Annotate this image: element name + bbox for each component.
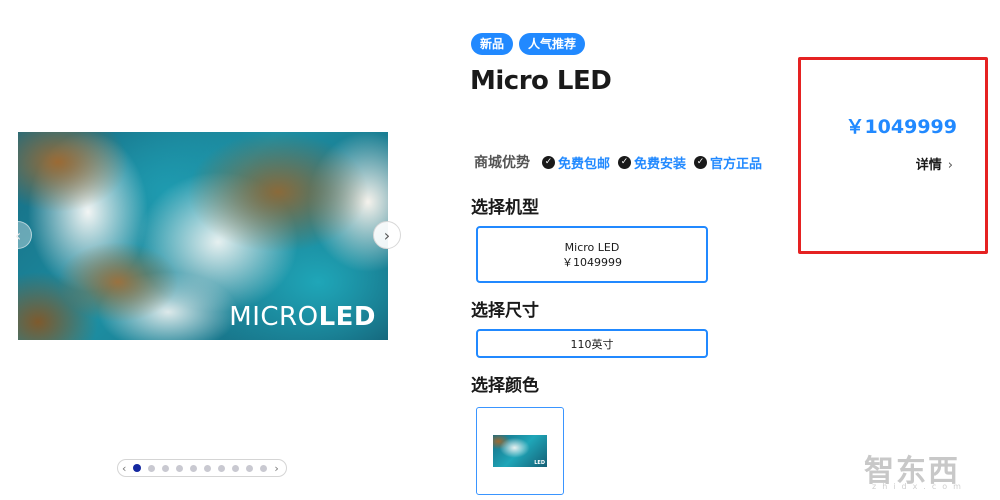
- size-option-label: 110英寸: [570, 337, 614, 351]
- model-option-button[interactable]: Micro LED ￥1049999: [476, 226, 708, 283]
- product-badges: 新品 人气推荐: [471, 33, 586, 55]
- pagination-dot[interactable]: [232, 464, 240, 472]
- pagination-dot[interactable]: [190, 464, 198, 472]
- advantage-genuine: ✓ 官方正品: [694, 153, 762, 172]
- model-option-price: ￥1049999: [562, 255, 622, 269]
- price-box: ￥1049999 详情 ›: [798, 57, 988, 254]
- product-image[interactable]: MICROLED: [18, 132, 388, 340]
- price: ￥1049999: [845, 116, 957, 138]
- size-option-button[interactable]: 110英寸: [476, 329, 708, 358]
- advantage-free-shipping: ✓ 免费包邮: [542, 153, 610, 172]
- pagination-prev-icon[interactable]: ‹: [122, 463, 126, 474]
- micro-led-logo: MICROLED: [229, 302, 376, 332]
- chevron-right-icon: ›: [383, 225, 391, 245]
- color-heading: 选择颜色: [471, 376, 539, 396]
- pagination-dot[interactable]: [204, 464, 212, 472]
- badge-popular: 人气推荐: [519, 33, 586, 55]
- color-option-button[interactable]: LED: [476, 407, 564, 495]
- pagination-dot[interactable]: [218, 464, 226, 472]
- pagination-dot[interactable]: [176, 464, 184, 472]
- check-icon: ✓: [694, 155, 708, 169]
- color-swatch-image: LED: [493, 435, 547, 467]
- watermark-domain: zhidx.com: [872, 482, 967, 491]
- model-option-name: Micro LED: [564, 240, 620, 254]
- advantage-free-installation: ✓ 免费安装: [618, 153, 686, 172]
- pagination-dot[interactable]: [148, 464, 156, 472]
- pagination-dot[interactable]: [162, 464, 170, 472]
- size-heading: 选择尺寸: [471, 301, 539, 321]
- pagination-dot[interactable]: [246, 464, 254, 472]
- gallery-pagination: ‹ ›: [117, 459, 287, 477]
- gallery-next-button[interactable]: ›: [373, 221, 401, 249]
- details-link[interactable]: 详情 ›: [916, 154, 953, 173]
- badge-new: 新品: [471, 33, 514, 55]
- advantages-label: 商城优势: [474, 155, 530, 171]
- gallery-prev-button[interactable]: ‹: [4, 221, 32, 249]
- chevron-right-icon: ›: [947, 158, 953, 173]
- model-heading: 选择机型: [471, 198, 539, 218]
- check-icon: ✓: [618, 155, 632, 169]
- pagination-dot[interactable]: [133, 464, 142, 472]
- store-advantages: 商城优势 ✓ 免费包邮 ✓ 免费安装 ✓ 官方正品: [474, 152, 770, 172]
- check-icon: ✓: [542, 155, 555, 169]
- chevron-left-icon: ‹: [14, 225, 22, 245]
- pagination-next-icon[interactable]: ›: [274, 463, 278, 474]
- product-title: Micro LED: [470, 66, 612, 96]
- pagination-dot[interactable]: [260, 464, 268, 472]
